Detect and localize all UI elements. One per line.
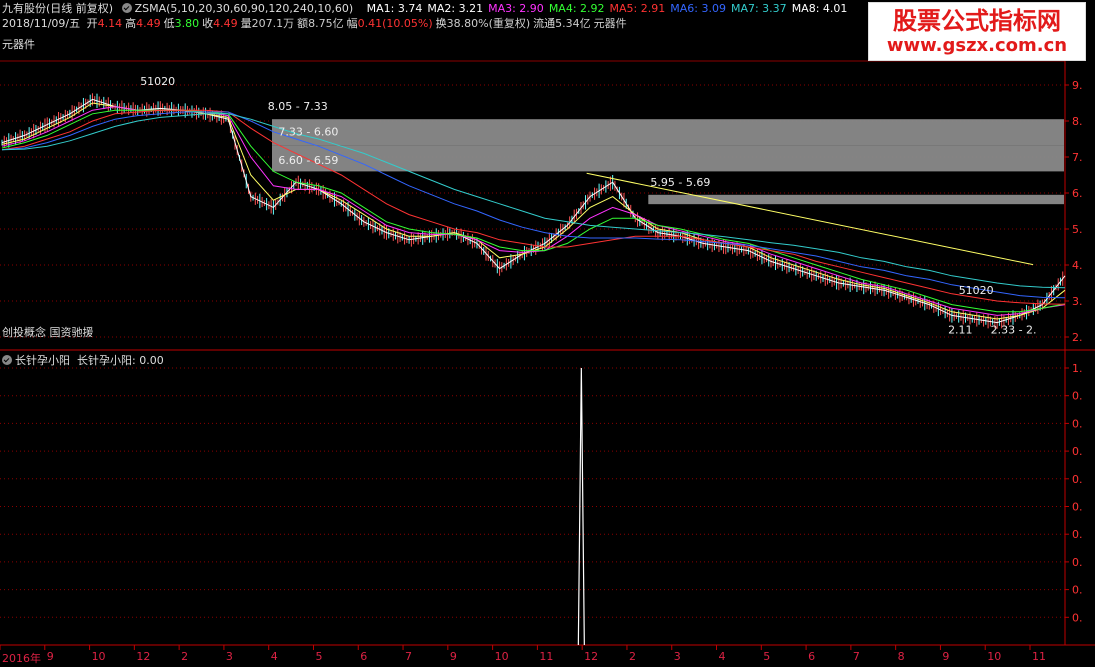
x-tick-label: 9 xyxy=(46,650,54,663)
price-annotation-3: 7.33 - 6.60 xyxy=(278,125,338,138)
indicator-tick-label: 0. xyxy=(1072,390,1083,403)
stock-chart[interactable]: 2. 3. 4. 5. 6. 7. 8. 9. 51020 8.05 - 7.33 7.33 - 6… xyxy=(0,0,1095,667)
price-tick-label: 2. xyxy=(1072,331,1083,344)
x-tick-label: 7 xyxy=(852,650,860,663)
price-annotation-4: 6.60 - 6.59 xyxy=(278,154,338,167)
price-tick-label: 9. xyxy=(1072,79,1083,92)
price-annotation-1: 51020 xyxy=(140,75,175,88)
price-annotation-2: 8.05 - 7.33 xyxy=(268,100,328,113)
x-tick-label: 10 xyxy=(987,650,1002,663)
x-tick-label: 2 xyxy=(628,650,636,663)
indicator-tick-label: 1. xyxy=(1072,362,1083,375)
x-tick-label: 10 xyxy=(91,650,106,663)
price-band-3 xyxy=(648,194,1064,205)
x-tick-label: 12 xyxy=(136,650,151,663)
indicator-tick-label: 0. xyxy=(1072,501,1083,514)
indicator-tick-label: 0. xyxy=(1072,556,1083,569)
x-tick-label: 11 xyxy=(539,650,554,663)
price-annotation-8: 2.33 - 2. xyxy=(991,323,1037,336)
indicator-tick-label: 0. xyxy=(1072,473,1083,486)
price-annotation-5: 5.95 - 5.69 xyxy=(650,176,710,189)
indicator-tick-label: 0. xyxy=(1072,417,1083,430)
x-tick-label: 10 xyxy=(494,650,509,663)
x-tick-label: 3 xyxy=(673,650,681,663)
price-annotation-6: 51020 xyxy=(959,284,994,297)
x-tick-label: 8 xyxy=(897,650,905,663)
indicator-tick-label: 0. xyxy=(1072,611,1083,624)
x-tick-label: 12 xyxy=(584,650,599,663)
x-tick-label: 2 xyxy=(181,650,189,663)
x-tick-label: 5 xyxy=(763,650,771,663)
indicator-tick-label: 0. xyxy=(1072,584,1083,597)
price-tick-label: 3. xyxy=(1072,295,1083,308)
price-tick-label: 7. xyxy=(1072,151,1083,164)
x-tick-label: 2016年 xyxy=(2,652,41,665)
price-band-1 xyxy=(272,119,1064,146)
x-tick-label: 11 xyxy=(1032,650,1046,663)
x-tick-label: 6 xyxy=(360,650,368,663)
watermark-logo: 股票公式指标网 www.gszx.com.cn xyxy=(868,2,1086,61)
x-tick-label: 4 xyxy=(718,650,726,663)
watermark-title: 股票公式指标网 xyxy=(893,6,1061,35)
price-band-2 xyxy=(272,145,1064,172)
x-tick-label: 3 xyxy=(225,650,233,663)
price-tick-label: 6. xyxy=(1072,187,1083,200)
x-tick-label: 6 xyxy=(808,650,816,663)
indicator-tick-label: 0. xyxy=(1072,445,1083,458)
indicator-tick-label: 0. xyxy=(1072,528,1083,541)
price-tick-label: 5. xyxy=(1072,223,1083,236)
x-tick-label: 9 xyxy=(942,650,950,663)
price-tick-label: 4. xyxy=(1072,259,1083,272)
price-annotation-7: 2.11 xyxy=(948,323,973,336)
x-tick-label: 5 xyxy=(315,650,323,663)
price-tick-label: 8. xyxy=(1072,115,1083,128)
x-tick-label: 9 xyxy=(449,650,457,663)
indicator-spike xyxy=(577,367,585,646)
x-tick-label: 7 xyxy=(405,650,413,663)
watermark-url: www.gszx.com.cn xyxy=(886,35,1068,56)
x-tick-label: 4 xyxy=(270,650,278,663)
